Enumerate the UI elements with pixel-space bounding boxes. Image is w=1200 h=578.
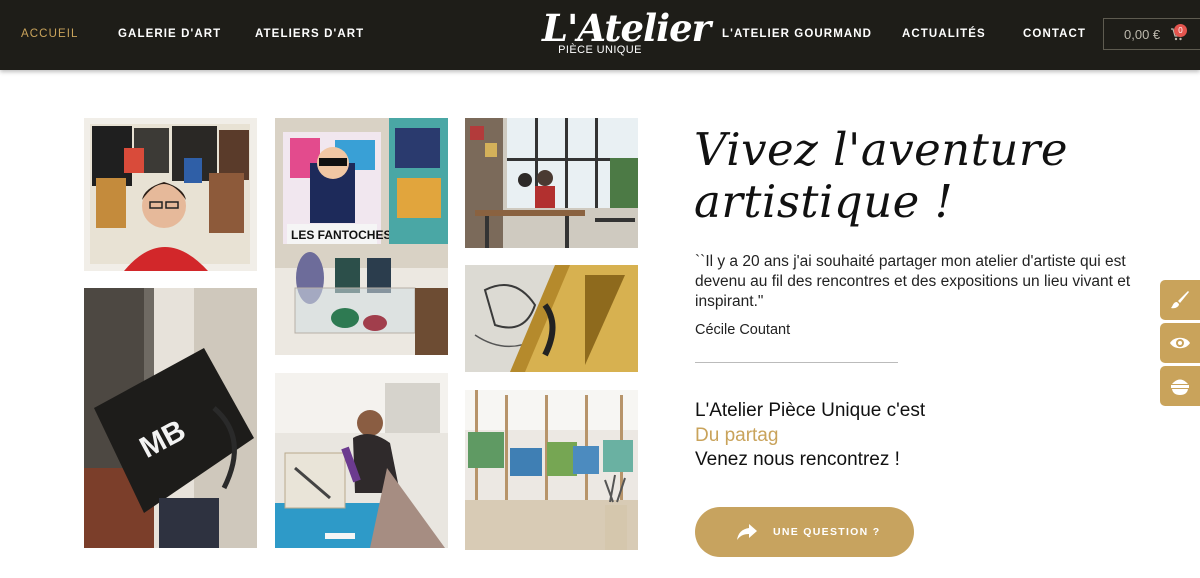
side-button-view[interactable] <box>1160 323 1200 363</box>
question-button-label: UNE QUESTION ? <box>773 526 881 538</box>
nav-galerie-art[interactable]: GALERIE D'ART <box>118 28 221 40</box>
side-button-gourmand[interactable] <box>1160 366 1200 406</box>
gallery-photo-carrying-artwork[interactable]: MB <box>84 288 257 548</box>
gallery-photo-portrait-painting[interactable] <box>84 118 257 271</box>
tagline-intro: L'Atelier Pièce Unique c'est <box>695 400 926 421</box>
gallery-photo-framed-drawing[interactable] <box>465 265 638 372</box>
nav-accueil[interactable]: ACCUEIL <box>21 28 79 40</box>
question-button[interactable]: UNE QUESTION ? <box>695 507 914 557</box>
eye-icon <box>1170 337 1190 349</box>
nav-actualites[interactable]: ACTUALITÉS <box>902 28 986 40</box>
tagline-invite: Venez nous rencontrez ! <box>695 449 900 470</box>
nav-atelier-gourmand[interactable]: L'ATELIER GOURMAND <box>722 28 872 40</box>
gallery-photo-easels[interactable] <box>465 390 638 550</box>
headline-line-2: artistique ! <box>694 175 954 228</box>
site-logo[interactable]: L'Atelier PIÈCE UNIQUE <box>542 6 711 60</box>
gallery-photo-exhibition[interactable]: LES FANTOCHES <box>275 118 448 355</box>
logo-subtitle: PIÈCE UNIQUE <box>558 44 642 56</box>
svg-text:LES FANTOCHES: LES FANTOCHES <box>291 228 391 242</box>
founder-quote: ``Il y a 20 ans j'ai souhaité partager m… <box>695 253 1131 310</box>
nav-ateliers-art[interactable]: ATELIERS D'ART <box>255 28 364 40</box>
site-header: ACCUEIL GALERIE D'ART ATELIERS D'ART L'A… <box>0 0 1200 70</box>
logo-title: L'Atelier <box>542 6 711 50</box>
section-divider <box>695 362 898 363</box>
headline-line-1: Vivez l'aventure <box>694 123 1068 176</box>
hero-headline: Vivez l'aventure artistique ! <box>694 124 1114 228</box>
cart-total: 0,00 € <box>1124 27 1161 42</box>
share-arrow-icon <box>737 524 757 545</box>
tagline-rotating: Du partag <box>695 425 779 446</box>
paintbrush-icon <box>1171 291 1189 309</box>
side-button-painting[interactable] <box>1160 280 1200 320</box>
bowl-icon <box>1171 379 1189 395</box>
gallery-photo-workshop[interactable] <box>275 373 448 548</box>
cart-count-badge: 0 <box>1174 24 1187 37</box>
gallery-photo-cafe[interactable] <box>465 118 638 248</box>
quote-author: Cécile Coutant <box>695 322 791 338</box>
cart-button[interactable]: 0,00 € 0 <box>1103 18 1200 50</box>
nav-contact[interactable]: CONTACT <box>1023 28 1086 40</box>
